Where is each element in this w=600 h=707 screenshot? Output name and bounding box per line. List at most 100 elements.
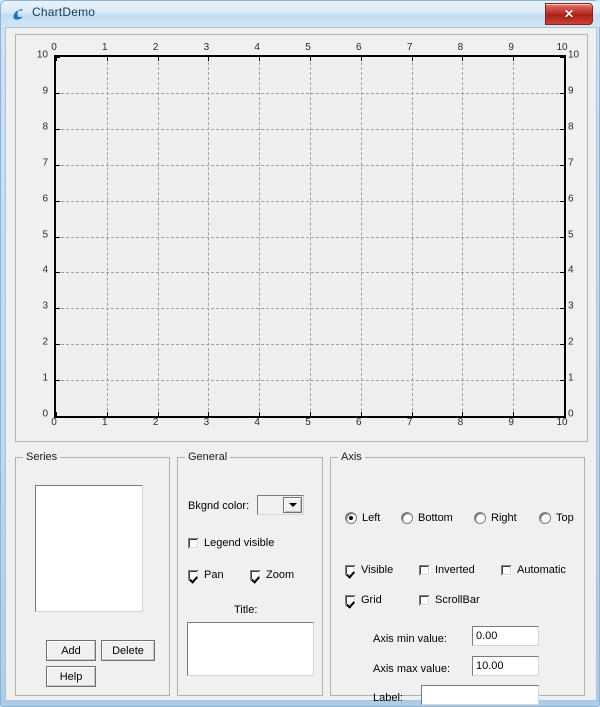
chart-ytick-label: 1 (42, 372, 48, 384)
checkbox-box (188, 537, 199, 549)
chart-title-input[interactable] (187, 622, 314, 676)
chart-xtick-label: 0 (51, 42, 57, 53)
chart-gridline-horizontal (56, 92, 564, 94)
client-area: 0 0 1 1 2 2 3 3 4 4 5 5 6 6 7 7 8 8 9 9 10 10 0 0 1 1 2 2 3 3 4 4 5 5 6 6 7 7… (5, 27, 597, 705)
chart-gridline-horizontal (56, 236, 564, 238)
close-button[interactable]: ✕ (545, 3, 593, 25)
help-button-label: Help (59, 670, 83, 683)
chart-tick-y (560, 380, 564, 382)
axis-radio-right-label: Right (491, 512, 517, 524)
chart-gridline-horizontal (56, 200, 564, 202)
legend-visible-checkbox[interactable]: Legend visible (188, 537, 274, 549)
chart-tick-y (56, 344, 60, 346)
chart-tick-x (157, 412, 159, 416)
delete-button-label: Delete (112, 644, 144, 657)
axis-visible-label: Visible (361, 564, 394, 576)
close-icon: ✕ (563, 7, 575, 21)
chart-tick-x (157, 57, 159, 61)
chart-xtick-label: 2 (152, 417, 159, 428)
window-title: ChartDemo (32, 5, 96, 19)
chart-ytick-label: 8 (568, 121, 574, 133)
axis-radio-bottom[interactable]: Bottom (401, 512, 453, 524)
chart-plot-area[interactable] (54, 55, 566, 418)
checkbox-box (345, 564, 356, 576)
chart-ytick-label: 7 (42, 157, 48, 169)
axis-max-value: 10.00 (476, 660, 504, 672)
chart-tick-y (560, 308, 564, 310)
chart-xtick-label: 1 (102, 417, 108, 428)
axis-min-label: Axis min value: (373, 633, 447, 645)
chart-tick-x (310, 412, 311, 416)
chart-tick-y (560, 344, 564, 346)
chart-tick-y (560, 92, 564, 94)
chart-panel[interactable]: 0 0 1 1 2 2 3 3 4 4 5 5 6 6 7 7 8 8 9 9 10 10 0 0 1 1 2 2 3 3 4 4 5 5 6 6 7 7… (15, 34, 588, 442)
chart-ytick-label: 3 (42, 300, 48, 312)
chart-ytick-label: 6 (42, 193, 48, 205)
help-button[interactable]: Help (46, 666, 96, 687)
zoom-checkbox[interactable]: Zoom (250, 569, 294, 581)
radio-dot (539, 512, 551, 524)
series-group-title: Series (23, 451, 61, 463)
axis-radio-top[interactable]: Top (539, 512, 574, 524)
chart-xtick-label: 0 (51, 417, 57, 428)
chart-tick-y (560, 164, 564, 166)
chart-tick-x (106, 57, 108, 61)
axis-min-input[interactable]: 0.00 (472, 626, 539, 646)
axis-grid-checkbox[interactable]: Grid (345, 594, 382, 606)
chart-xtick-label: 7 (406, 417, 413, 428)
axis-label-input[interactable] (421, 685, 539, 705)
chart-ytick-label: 4 (568, 264, 574, 276)
chart-tick-x (259, 412, 261, 416)
axis-max-input[interactable]: 10.00 (472, 656, 539, 676)
chart-xtick-label: 4 (254, 42, 260, 53)
chart-gridline-horizontal (56, 380, 564, 382)
chart-xtick-label: 9 (508, 417, 514, 428)
chart-tick-x (208, 57, 210, 61)
series-listbox[interactable] (35, 485, 143, 612)
chart-tick-x (106, 412, 108, 416)
chart-tick-x (310, 57, 311, 61)
bkgnd-color-select[interactable] (257, 495, 304, 515)
axis-radio-left[interactable]: Left (345, 512, 380, 524)
chart-ytick-label: 0 (568, 408, 574, 420)
chart-tick-y (560, 128, 564, 130)
chart-xtick-label: 5 (305, 417, 311, 428)
axis-radio-top-label: Top (556, 512, 574, 524)
add-button[interactable]: Add (46, 640, 96, 661)
chart-tick-x (360, 57, 362, 61)
chart-tick-x (259, 57, 261, 61)
general-group-title: General (185, 451, 231, 463)
checkbox-box (419, 594, 430, 606)
axis-inverted-checkbox[interactable]: Inverted (419, 564, 475, 576)
axis-automatic-checkbox[interactable]: Automatic (501, 564, 566, 576)
chart-gridline-horizontal (56, 344, 564, 346)
chart-xtick-label: 6 (356, 42, 362, 53)
title-field-label: Title: (234, 604, 258, 616)
checkbox-box (188, 569, 199, 581)
axis-visible-checkbox[interactable]: Visible (345, 564, 393, 576)
checkbox-box (250, 569, 261, 581)
chart-tick-y (56, 272, 60, 274)
add-button-label: Add (61, 644, 81, 657)
app-window: ChartDemo ✕ 0 0 1 1 2 2 3 3 4 4 5 5 6 6 7 7 8 8 9 9 10 10 0 0 1 1… (0, 0, 600, 707)
chart-xtick-label: 7 (406, 42, 413, 53)
chart-ytick-label: 9 (568, 85, 574, 97)
axis-group-title: Axis (338, 451, 365, 463)
chart-ytick-label: 4 (42, 264, 48, 276)
axis-max-label: Axis max value: (373, 663, 451, 675)
pan-checkbox[interactable]: Pan (188, 569, 224, 581)
axis-radio-right[interactable]: Right (474, 512, 517, 524)
axis-scrollbar-checkbox[interactable]: ScrollBar (419, 594, 480, 606)
chevron-down-icon[interactable] (283, 497, 302, 513)
chart-ytick-label: 8 (42, 121, 48, 133)
chart-tick-y (560, 236, 564, 238)
bkgnd-color-label: Bkgnd color: (188, 500, 250, 512)
chart-tick-y (560, 57, 564, 58)
series-group: Series Add Delete Help (15, 451, 170, 696)
delete-button[interactable]: Delete (101, 640, 155, 661)
chart-tick-x (462, 412, 464, 416)
chart-tick-y (56, 200, 60, 202)
title-bar: ChartDemo ✕ (1, 1, 600, 27)
chart-tick-y (56, 308, 60, 310)
chart-gridline-horizontal (56, 128, 564, 130)
